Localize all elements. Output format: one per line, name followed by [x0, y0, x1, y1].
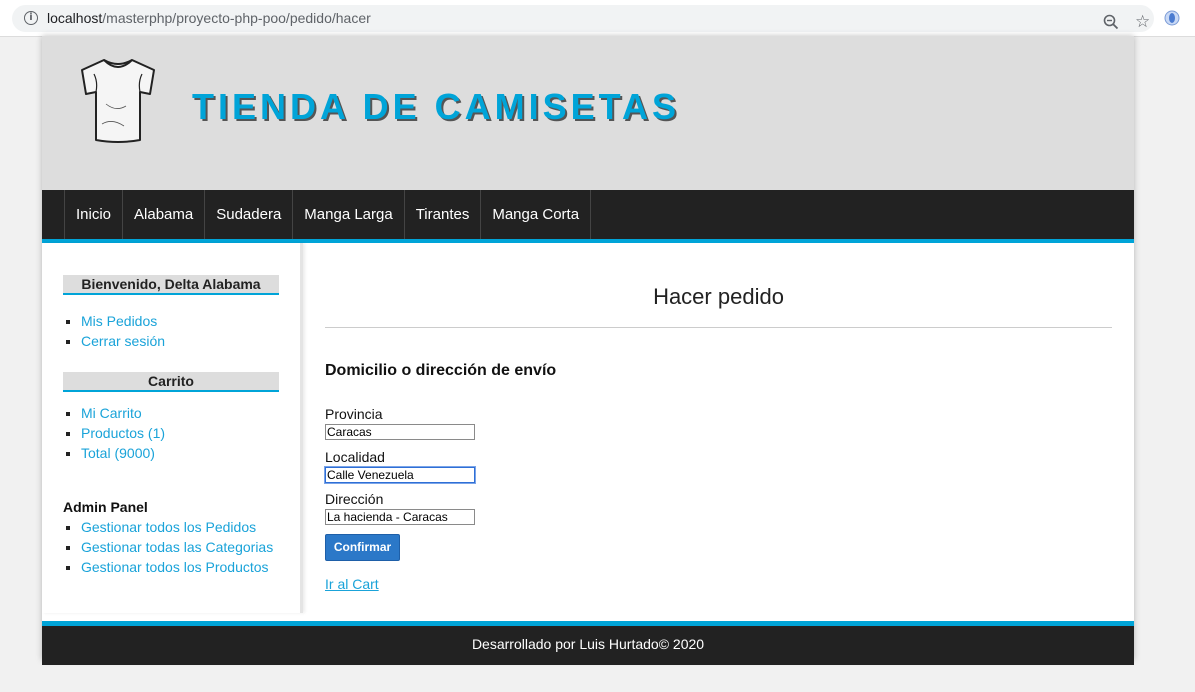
list-item: Gestionar todos los Pedidos [81, 517, 273, 537]
list-item: Mi Carrito [81, 403, 165, 423]
url-text[interactable]: localhost/masterphp/proyecto-php-poo/ped… [47, 10, 371, 26]
zoom-icon[interactable] [1103, 14, 1119, 30]
menu-item-sudadera[interactable]: Sudadera [204, 190, 292, 239]
browser-toolbar: i localhost/masterphp/proyecto-php-poo/p… [0, 0, 1195, 37]
site-header: TIENDA DE CAMISETAS [42, 36, 1134, 190]
address-bar[interactable]: i localhost/masterphp/proyecto-php-poo/p… [12, 5, 1154, 32]
main-menu: Inicio Alabama Sudadera Manga Larga Tira… [42, 190, 1134, 243]
logout-link[interactable]: Cerrar sesión [81, 333, 165, 349]
province-input[interactable]: Caracas [325, 424, 475, 440]
my-cart-link[interactable]: Mi Carrito [81, 405, 142, 421]
address-label: Dirección [325, 491, 384, 507]
manage-products-link[interactable]: Gestionar todos los Productos [81, 559, 269, 575]
url-host: localhost [47, 10, 103, 26]
confirm-button[interactable]: Confirmar [325, 534, 400, 561]
menu-item-tirantes[interactable]: Tirantes [403, 190, 481, 239]
divider [325, 327, 1112, 328]
menu-item-manga-corta[interactable]: Manga Corta [480, 190, 592, 239]
go-to-cart-link[interactable]: Ir al Cart [325, 576, 379, 592]
url-path: /masterphp/proyecto-php-poo/pedido/hacer [102, 10, 371, 26]
user-links: Mis Pedidos Cerrar sesión [63, 311, 165, 351]
extension-icon[interactable] [1164, 10, 1180, 26]
site-title[interactable]: TIENDA DE CAMISETAS [192, 86, 680, 128]
list-item: Gestionar todas las Categorias [81, 537, 273, 557]
list-item: Gestionar todos los Productos [81, 557, 273, 577]
menu-item-inicio[interactable]: Inicio [64, 190, 122, 239]
list-item: Productos (1) [81, 423, 165, 443]
admin-links: Gestionar todos los Pedidos Gestionar to… [63, 517, 273, 577]
list-item: Mis Pedidos [81, 311, 165, 331]
menu-item-alabama[interactable]: Alabama [122, 190, 204, 239]
cart-title: Carrito [63, 372, 279, 392]
province-label: Provincia [325, 406, 383, 422]
menu-item-manga-larga[interactable]: Manga Larga [292, 190, 403, 239]
manage-categories-link[interactable]: Gestionar todas las Categorias [81, 539, 273, 555]
cart-total-link[interactable]: Total (9000) [81, 445, 155, 461]
list-item: Total (9000) [81, 443, 165, 463]
info-icon[interactable]: i [24, 11, 38, 25]
welcome-title: Bienvenido, Delta Alabama [63, 275, 279, 295]
locality-label: Localidad [325, 449, 385, 465]
page-title: Hacer pedido [653, 284, 784, 309]
main-content: Hacer pedido Domicilio o dirección de en… [325, 243, 1112, 613]
admin-panel-title: Admin Panel [63, 499, 148, 515]
footer-text: Desarrollado por Luis Hurtado© 2020 [471, 636, 705, 652]
shipping-subtitle: Domicilio o dirección de envío [325, 362, 557, 379]
bookmark-star-icon[interactable]: ☆ [1135, 13, 1150, 30]
locality-input[interactable]: Calle Venezuela [325, 467, 475, 483]
page-container: TIENDA DE CAMISETAS Inicio Alabama Sudad… [42, 36, 1134, 665]
sidebar: Bienvenido, Delta Alabama Mis Pedidos Ce… [42, 243, 303, 613]
my-orders-link[interactable]: Mis Pedidos [81, 313, 157, 329]
tshirt-logo-icon[interactable] [76, 54, 160, 146]
cart-links: Mi Carrito Productos (1) Total (9000) [63, 403, 165, 463]
list-item: Cerrar sesión [81, 331, 165, 351]
site-footer: Desarrollado por Luis Hurtado© 2020 [42, 621, 1134, 665]
products-count-link[interactable]: Productos (1) [81, 425, 165, 441]
manage-orders-link[interactable]: Gestionar todos los Pedidos [81, 519, 256, 535]
address-input[interactable]: La hacienda - Caracas [325, 509, 475, 525]
